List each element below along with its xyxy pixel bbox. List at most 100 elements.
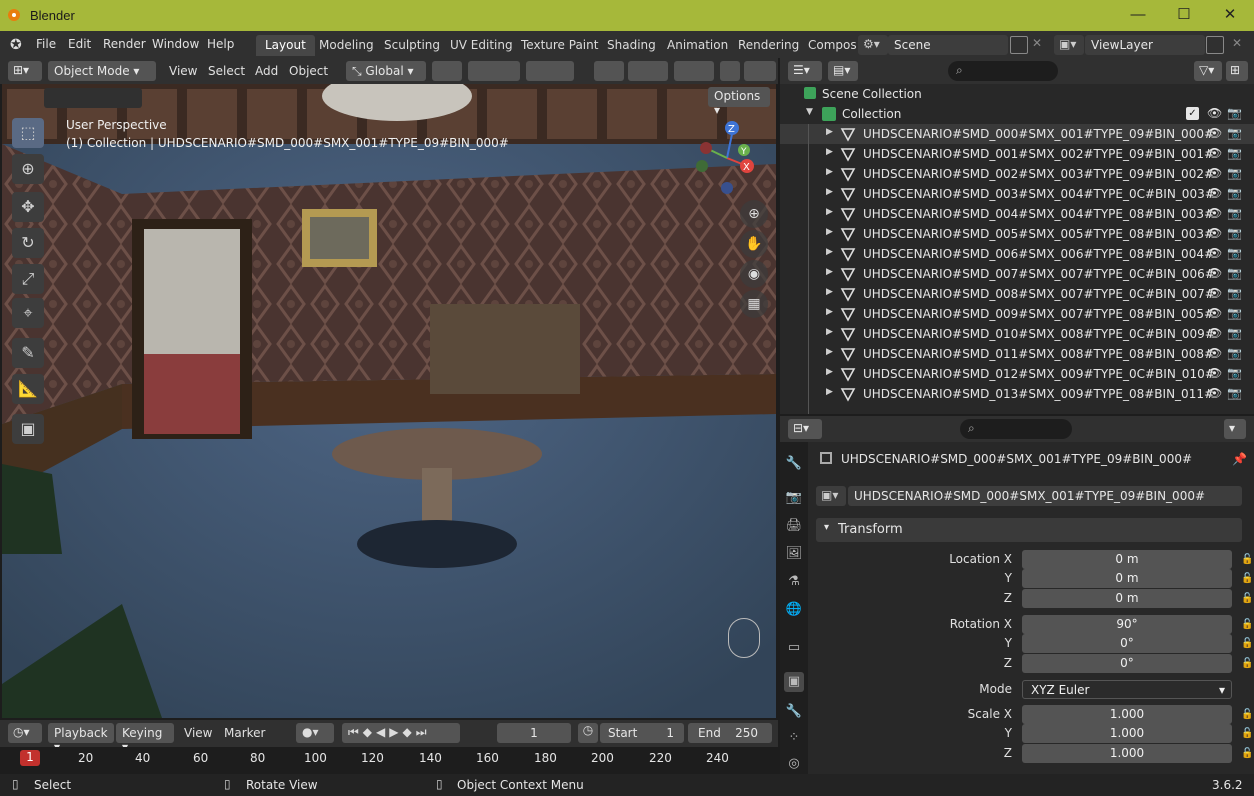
measure-tool-icon[interactable]: 📐 <box>12 374 44 404</box>
expand-arrow-icon[interactable]: ▶ <box>826 227 833 237</box>
tab-compositing[interactable]: Compos <box>799 35 866 56</box>
modifier-tab-icon[interactable]: 🔧 <box>784 702 804 722</box>
outliner-object-row[interactable]: ▶ UHDSCENARIO#SMD_008#SMX_007#TYPE_0C#BIN… <box>780 284 1254 304</box>
pin-icon[interactable]: 📌 <box>1232 452 1247 466</box>
render-camera-icon[interactable]: 📷 <box>1227 106 1242 120</box>
scale-x-field[interactable]: 1.000 <box>1022 705 1232 724</box>
render-camera-icon[interactable]: 📷 <box>1227 206 1242 220</box>
menu-help[interactable]: Help <box>207 37 234 51</box>
visibility-eye-icon[interactable]: 👁 <box>1207 146 1222 160</box>
visibility-eye-icon[interactable]: 👁 <box>1207 126 1222 140</box>
lock-icon[interactable]: 🔓 <box>1241 748 1253 759</box>
tab-rendering[interactable]: Rendering <box>729 35 808 56</box>
outliner-object-row[interactable]: ▶ UHDSCENARIO#SMD_003#SMX_004#TYPE_0C#BIN… <box>780 184 1254 204</box>
viewlayer-delete-icon[interactable]: ✕ <box>1232 36 1242 50</box>
playback-controls-icon[interactable]: ⏮◆◀▶◆⏭ <box>342 723 460 743</box>
visibility-eye-icon[interactable]: 👁 <box>1207 186 1222 200</box>
properties-editor-type-icon[interactable]: ⊟▾ <box>788 419 822 439</box>
outliner-object-row[interactable]: ▶ UHDSCENARIO#SMD_011#SMX_008#TYPE_08#BIN… <box>780 344 1254 364</box>
render-camera-icon[interactable]: 📷 <box>1227 226 1242 240</box>
outliner-scene-collection[interactable]: Scene Collection <box>780 84 1254 104</box>
expand-arrow-icon[interactable]: ▶ <box>826 147 833 157</box>
collection-tab-icon[interactable]: ▭ <box>784 638 804 658</box>
outliner-object-row[interactable]: ▶ UHDSCENARIO#SMD_005#SMX_005#TYPE_08#BIN… <box>780 224 1254 244</box>
tab-animation[interactable]: Animation <box>658 35 737 56</box>
render-camera-icon[interactable]: 📷 <box>1227 186 1242 200</box>
proportional-editing-icon[interactable] <box>526 61 574 81</box>
render-tab-icon[interactable]: 📷 <box>784 488 804 508</box>
object-name-field[interactable]: UHDSCENARIO#SMD_000#SMX_001#TYPE_09#BIN_… <box>848 486 1242 506</box>
expand-arrow-icon[interactable]: ▶ <box>826 327 833 337</box>
lock-icon[interactable]: 🔓 <box>1241 658 1253 669</box>
scene-browse-icon[interactable]: ⚙▾ <box>858 35 888 55</box>
playhead-frame[interactable]: 1 <box>20 750 40 766</box>
visibility-eye-icon[interactable]: 👁 <box>1207 326 1222 340</box>
annotate-tool-icon[interactable]: ✎ <box>12 338 44 368</box>
outliner-object-row[interactable]: ▶ UHDSCENARIO#SMD_009#SMX_007#TYPE_08#BIN… <box>780 304 1254 324</box>
maximize-button[interactable]: ☐ <box>1161 0 1207 31</box>
exclude-checkbox[interactable]: ✓ <box>1186 107 1199 120</box>
view-layer-tab-icon[interactable]: 🖼 <box>784 544 804 564</box>
menu-render[interactable]: Render <box>103 37 146 51</box>
properties-options-icon[interactable]: ▾ <box>1224 419 1246 439</box>
object-browse-icon[interactable]: ▣▾ <box>816 486 846 506</box>
location-x-field[interactable]: 0 m <box>1022 550 1232 569</box>
collapse-arrow-icon[interactable]: ▼ <box>806 107 813 117</box>
render-camera-icon[interactable]: 📷 <box>1227 166 1242 180</box>
tab-modeling[interactable]: Modeling <box>310 35 383 56</box>
visibility-eye-icon[interactable]: 👁 <box>1207 246 1222 260</box>
outliner-object-row[interactable]: ▶ UHDSCENARIO#SMD_012#SMX_009#TYPE_0C#BIN… <box>780 364 1254 384</box>
gizmo-toggle-icon[interactable] <box>628 61 668 81</box>
lock-icon[interactable]: 🔓 <box>1241 619 1253 630</box>
navigation-gizmo[interactable]: X Z Y <box>692 118 762 198</box>
visibility-eye-icon[interactable]: 👁 <box>1207 226 1222 240</box>
tool-tab-icon[interactable]: 🔧 <box>784 454 804 474</box>
pivot-point-icon[interactable] <box>432 61 462 81</box>
rotation-z-field[interactable]: 0° <box>1022 654 1232 673</box>
viewlayer-browse-icon[interactable]: ▣▾ <box>1054 35 1084 55</box>
expand-arrow-icon[interactable]: ▶ <box>826 347 833 357</box>
options-button[interactable]: Options ▾ <box>708 87 770 117</box>
transform-tool-icon[interactable]: ⌖ <box>12 298 44 328</box>
preview-range-icon[interactable]: ◷ <box>578 723 598 743</box>
expand-arrow-icon[interactable]: ▶ <box>826 207 833 217</box>
lock-icon[interactable]: 🔓 <box>1241 554 1253 565</box>
move-tool-icon[interactable]: ✥ <box>12 192 44 222</box>
scene-copy-icon[interactable] <box>1010 36 1028 54</box>
outliner-search-input[interactable]: ⌕ <box>948 61 1058 81</box>
expand-arrow-icon[interactable]: ▶ <box>826 187 833 197</box>
rotation-mode-select[interactable]: XYZ Euler ▾ <box>1022 680 1232 699</box>
tab-shading[interactable]: Shading <box>598 35 665 56</box>
visibility-eye-icon[interactable]: 👁 <box>1207 306 1222 320</box>
timeline-menu-view[interactable]: View <box>184 726 212 740</box>
tab-uv-editing[interactable]: UV Editing <box>441 35 522 56</box>
timeline-ruler[interactable]: 1 20 40 60 80 100 120 140 160 180 200 22… <box>0 747 778 774</box>
keying-menu[interactable]: Keying ▾ <box>116 723 174 754</box>
physics-tab-icon[interactable]: ◎ <box>784 754 804 774</box>
scale-y-field[interactable]: 1.000 <box>1022 724 1232 743</box>
shading-mode-icon[interactable] <box>744 61 776 81</box>
lock-icon[interactable]: 🔓 <box>1241 709 1253 720</box>
object-tab-icon[interactable]: ▣ <box>784 672 804 692</box>
render-camera-icon[interactable]: 📷 <box>1227 326 1242 340</box>
select-box-tool-icon[interactable]: ⬚ <box>12 118 44 148</box>
snapping-icon[interactable] <box>468 61 520 81</box>
render-camera-icon[interactable]: 📷 <box>1227 286 1242 300</box>
camera-view-icon[interactable]: ◉ <box>740 260 768 288</box>
expand-arrow-icon[interactable]: ▶ <box>826 267 833 277</box>
viewport-menu-add[interactable]: Add <box>255 64 278 78</box>
visibility-eye-icon[interactable]: 👁 <box>1207 346 1222 360</box>
outliner-collection[interactable]: ▼ Collection ✓ 👁 📷 <box>780 104 1254 124</box>
lock-icon[interactable]: 🔓 <box>1241 638 1253 649</box>
transform-panel-header[interactable]: ▾ Transform <box>816 518 1242 542</box>
expand-arrow-icon[interactable]: ▶ <box>826 167 833 177</box>
add-cube-tool-icon[interactable]: ▣ <box>12 414 44 444</box>
render-camera-icon[interactable]: 📷 <box>1227 266 1242 280</box>
outliner-editor-type-icon[interactable]: ☰▾ <box>788 61 822 81</box>
render-camera-icon[interactable]: 📷 <box>1227 346 1242 360</box>
scene-tab-icon[interactable]: ⚗ <box>784 572 804 592</box>
cursor-tool-icon[interactable]: ⊕ <box>12 154 44 184</box>
visibility-eye-icon[interactable]: 👁 <box>1207 166 1222 180</box>
scene-selector[interactable]: Scene <box>888 35 1008 55</box>
render-camera-icon[interactable]: 📷 <box>1227 246 1242 260</box>
